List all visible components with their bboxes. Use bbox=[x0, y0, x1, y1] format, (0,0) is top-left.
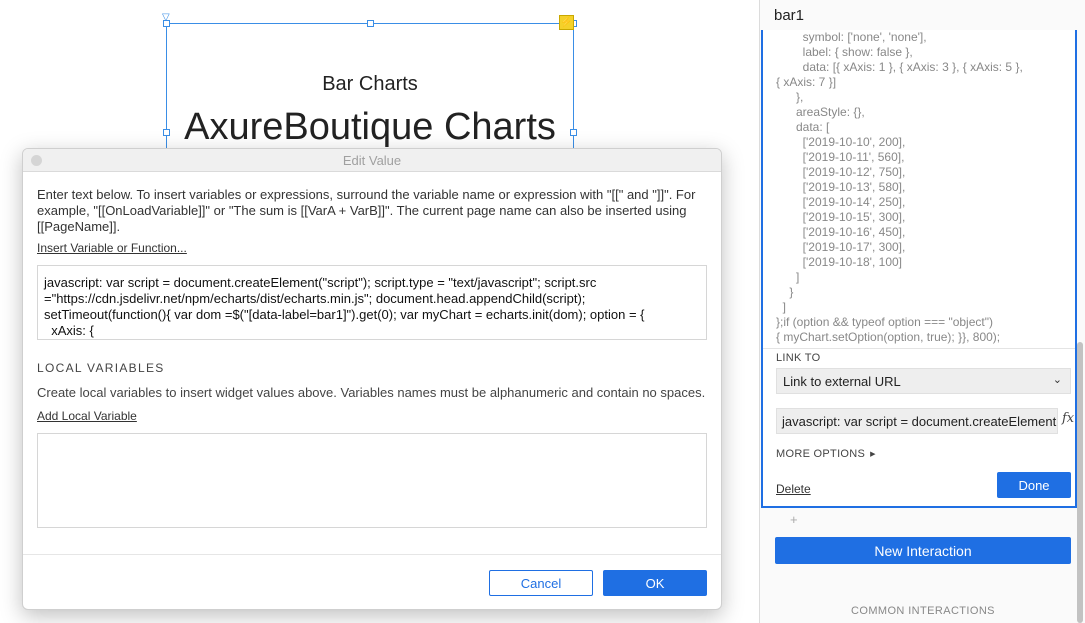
interaction-editor: symbol: ['none', 'none'], label: { show:… bbox=[761, 30, 1077, 508]
ok-button[interactable]: OK bbox=[603, 570, 707, 596]
add-local-variable-link[interactable]: Add Local Variable bbox=[37, 409, 137, 423]
widget-subtitle: Bar Charts bbox=[322, 73, 418, 95]
value-text: javascript: var script = document.create… bbox=[44, 275, 645, 338]
scrollbar[interactable] bbox=[1077, 342, 1083, 623]
footer-divider bbox=[23, 554, 721, 555]
dialog-title: Edit Value bbox=[342, 153, 402, 168]
widget-title: AxureBoutique Charts bbox=[184, 106, 556, 148]
fx-icon[interactable]: fx bbox=[1062, 411, 1074, 426]
done-button[interactable]: Done bbox=[997, 472, 1071, 498]
chevron-down-icon: ⌄ bbox=[1052, 374, 1062, 386]
lightning-icon[interactable]: ⚡ bbox=[559, 15, 574, 30]
link-select-value: Link to external URL bbox=[783, 374, 901, 389]
local-variables-list[interactable] bbox=[37, 433, 707, 528]
dialog-instructions: Enter text below. To insert variables or… bbox=[37, 187, 696, 234]
resize-handle-top-left[interactable] bbox=[163, 20, 170, 27]
caret-right-icon: ▶ bbox=[870, 451, 876, 458]
cancel-button[interactable]: Cancel bbox=[489, 570, 593, 596]
insert-variable-link[interactable]: Insert Variable or Function... bbox=[37, 241, 187, 255]
link-type-select[interactable]: Link to external URL ⌄ bbox=[776, 368, 1071, 394]
new-interaction-button[interactable]: New Interaction bbox=[775, 537, 1071, 564]
resize-handle-right[interactable] bbox=[570, 129, 577, 136]
add-action-plus-icon[interactable]: + bbox=[790, 512, 798, 527]
code-preview[interactable]: symbol: ['none', 'none'], label: { show:… bbox=[776, 30, 1066, 348]
widget-name[interactable]: bar1 bbox=[774, 7, 804, 24]
more-options-label: MORE OPTIONS bbox=[776, 448, 866, 460]
edit-value-dialog: Edit Value Enter text below. To insert v… bbox=[22, 148, 722, 610]
url-input[interactable]: javascript: var script = document.create… bbox=[776, 408, 1058, 434]
dialog-titlebar: Edit Value bbox=[23, 149, 721, 172]
resize-handle-left[interactable] bbox=[163, 129, 170, 136]
value-textarea[interactable]: javascript: var script = document.create… bbox=[37, 265, 707, 340]
resize-handle-top[interactable] bbox=[367, 20, 374, 27]
link-to-label: LINK TO bbox=[776, 352, 821, 364]
interactions-panel: bar1 symbol: ['none', 'none'], label: { … bbox=[759, 0, 1085, 623]
more-options-toggle[interactable]: MORE OPTIONS ▶ bbox=[776, 448, 876, 460]
divider bbox=[763, 348, 1075, 349]
delete-link[interactable]: Delete bbox=[776, 482, 811, 496]
local-variables-heading: LOCAL VARIABLES bbox=[37, 361, 165, 375]
local-variables-description: Create local variables to insert widget … bbox=[37, 385, 706, 400]
common-interactions-heading: COMMON INTERACTIONS bbox=[851, 605, 995, 617]
